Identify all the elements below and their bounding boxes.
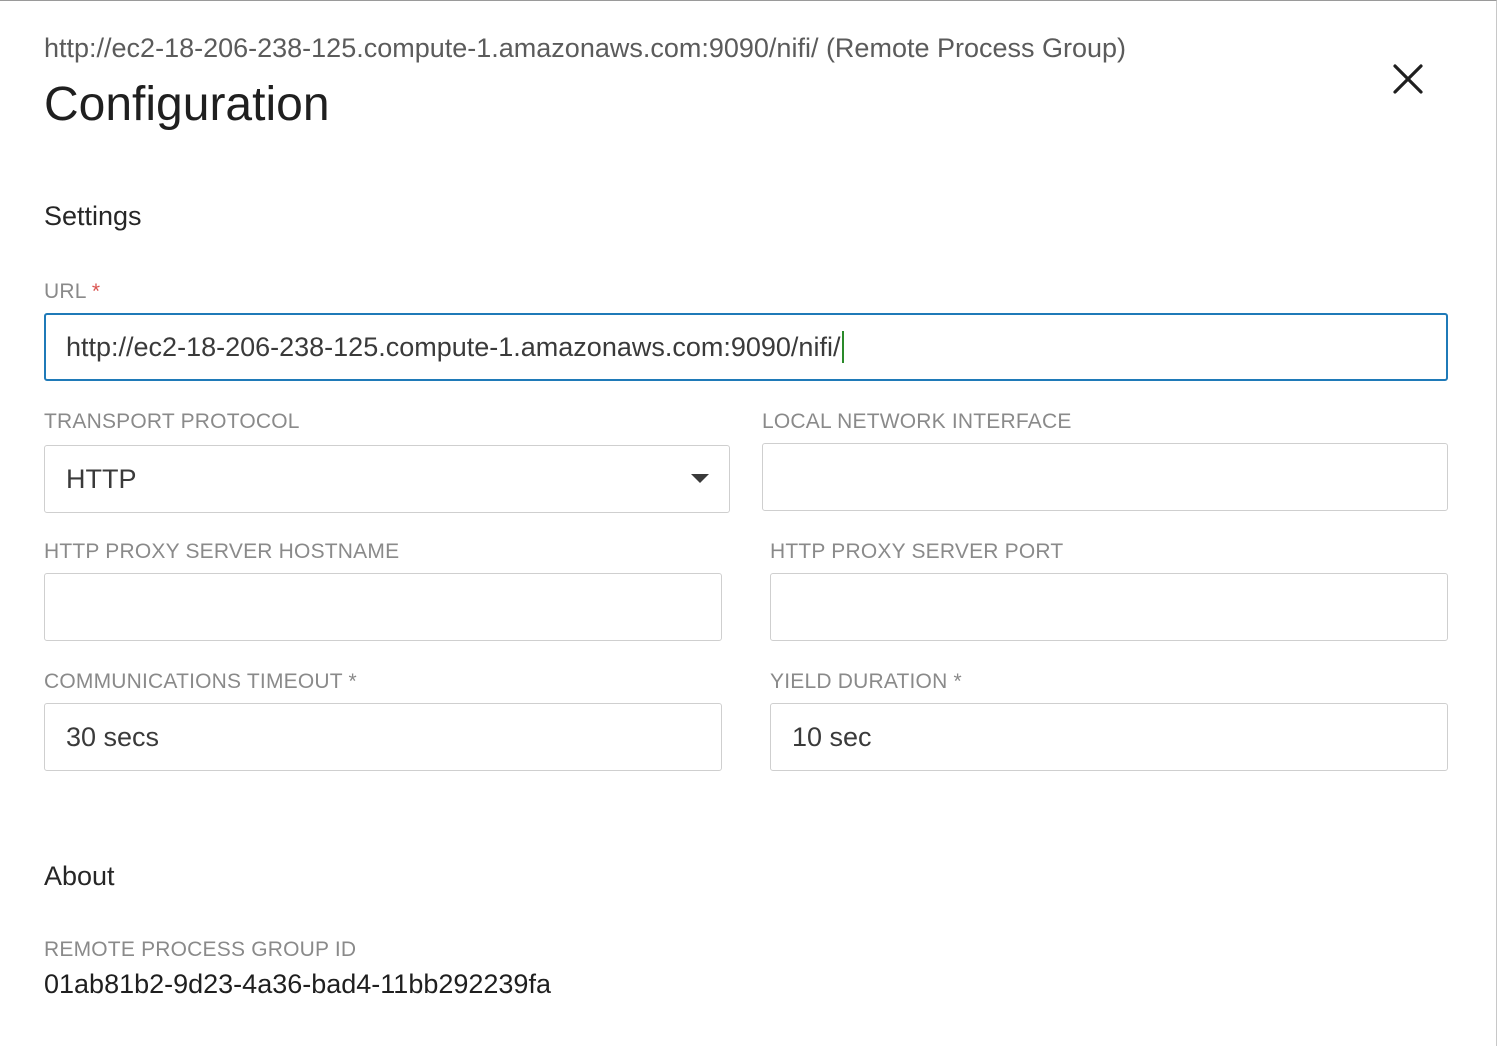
proxy-port-input[interactable] xyxy=(770,573,1448,641)
local-network-interface-label: LOCAL NETWORK INTERFACE xyxy=(762,410,1072,433)
local-network-interface-input[interactable] xyxy=(762,443,1448,511)
settings-heading: Settings xyxy=(44,201,142,231)
url-required-marker: * xyxy=(91,280,101,303)
url-label: URL * xyxy=(44,280,100,304)
proxy-hostname-label: HTTP PROXY SERVER HOSTNAME xyxy=(44,540,400,563)
proxy-hostname-input[interactable] xyxy=(44,573,722,641)
caret-down-icon xyxy=(691,474,709,483)
communications-timeout-input[interactable]: 30 secs xyxy=(44,703,722,771)
transport-protocol-select[interactable]: HTTP xyxy=(44,445,730,513)
text-caret xyxy=(842,331,845,363)
communications-timeout-label: COMMUNICATIONS TIMEOUT * xyxy=(44,670,357,694)
remote-process-group-id-value: 01ab81b2-9d23-4a36-bad4-11bb292239fa xyxy=(44,969,551,999)
transport-protocol-label: TRANSPORT PROTOCOL xyxy=(44,410,300,433)
communications-timeout-value: 30 secs xyxy=(66,721,160,752)
yield-duration-required-marker: * xyxy=(953,670,962,693)
close-button[interactable] xyxy=(1386,57,1430,101)
communications-timeout-label-text: COMMUNICATIONS TIMEOUT xyxy=(44,670,343,693)
proxy-port-label: HTTP PROXY SERVER PORT xyxy=(770,540,1064,563)
yield-duration-value: 10 sec xyxy=(792,721,872,752)
remote-process-group-id-label: REMOTE PROCESS GROUP ID xyxy=(44,938,357,961)
url-input-value: http://ec2-18-206-238-125.compute-1.amaz… xyxy=(66,331,841,362)
communications-timeout-required-marker: * xyxy=(348,670,357,693)
yield-duration-input[interactable]: 10 sec xyxy=(770,703,1448,771)
close-icon xyxy=(1393,64,1423,94)
transport-protocol-selected: HTTP xyxy=(66,463,137,494)
remote-process-group-configuration-dialog: http://ec2-18-206-238-125.compute-1.amaz… xyxy=(0,0,1497,1046)
url-label-text: URL xyxy=(44,280,86,303)
dialog-subtitle: http://ec2-18-206-238-125.compute-1.amaz… xyxy=(44,33,1127,63)
url-input[interactable]: http://ec2-18-206-238-125.compute-1.amaz… xyxy=(44,313,1448,381)
yield-duration-label-text: YIELD DURATION xyxy=(770,670,948,693)
about-heading: About xyxy=(44,861,115,891)
yield-duration-label: YIELD DURATION * xyxy=(770,670,962,694)
dialog-title: Configuration xyxy=(44,78,330,131)
